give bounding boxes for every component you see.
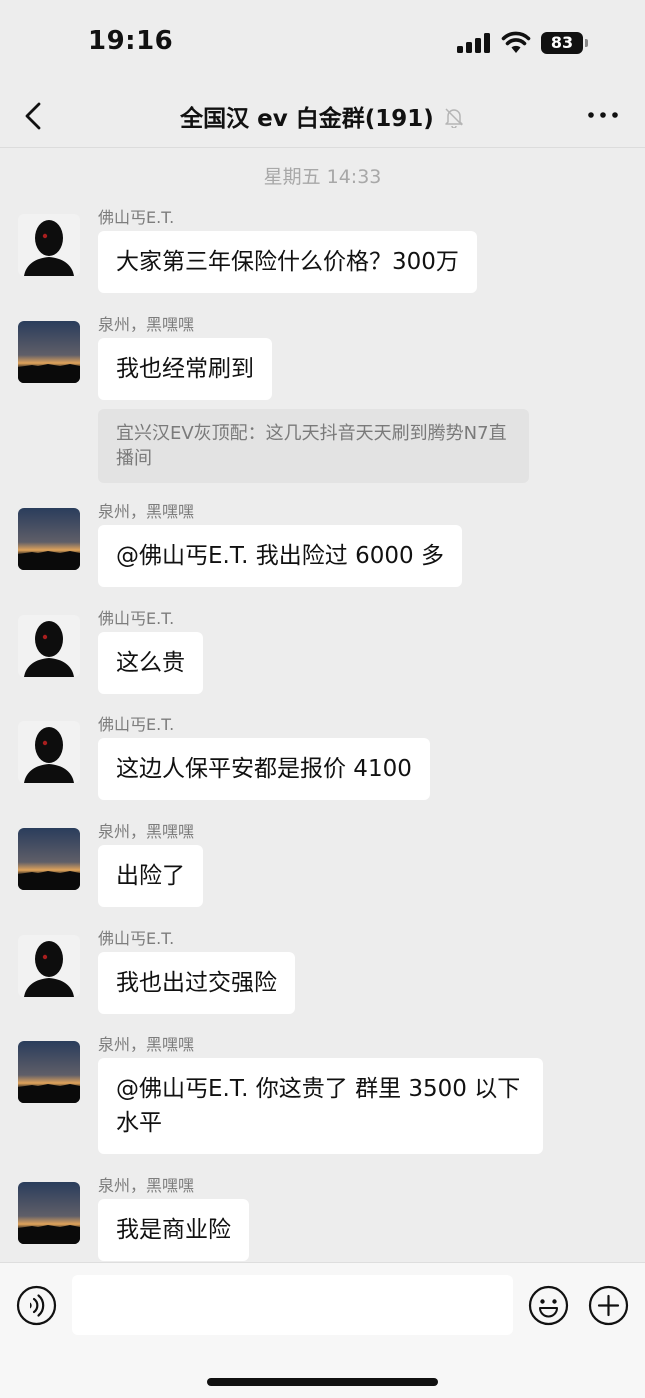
message-bubble[interactable]: 大家第三年保险什么价格？300万	[98, 231, 477, 293]
message-bubble[interactable]: 我也经常刷到	[98, 338, 272, 400]
smiley-icon[interactable]	[528, 1285, 569, 1326]
nav-bar: 全国汉 ev 白金群(191)	[0, 88, 645, 148]
sender-name: 泉州，黑嘿嘿	[98, 1035, 195, 1054]
message-bubble[interactable]: @佛山丐E.T. 我出险过 6000 多	[98, 525, 462, 587]
avatar[interactable]	[18, 508, 80, 570]
avatar[interactable]	[18, 321, 80, 383]
avatar[interactable]	[18, 214, 80, 276]
voice-icon[interactable]	[16, 1285, 57, 1326]
sender-name: 佛山丐E.T.	[98, 609, 175, 628]
avatar[interactable]	[18, 828, 80, 890]
chat-timestamp: 星期五 14:33	[263, 166, 382, 188]
ellipsis-icon[interactable]	[585, 103, 621, 127]
avatar[interactable]	[18, 935, 80, 997]
avatar[interactable]	[18, 721, 80, 783]
sender-name: 佛山丐E.T.	[98, 929, 175, 948]
message-bubble[interactable]: 这边人保平安都是报价 4100	[98, 738, 430, 800]
bell-slash-icon	[445, 108, 463, 128]
sender-name: 泉州，黑嘿嘿	[98, 822, 195, 841]
message-input[interactable]	[72, 1275, 513, 1335]
quoted-message[interactable]: 宜兴汉EV灰顶配：这几天抖音天天刷到腾势N7直播间	[98, 409, 529, 483]
chat-title-container[interactable]: 全国汉 ev 白金群(191)	[0, 99, 645, 133]
home-indicator[interactable]	[207, 1378, 438, 1386]
message-bubble[interactable]: @佛山丐E.T. 你这贵了 群里 3500 以下水平	[98, 1058, 543, 1154]
avatar[interactable]	[18, 1182, 80, 1244]
sender-name: 泉州，黑嘿嘿	[98, 502, 195, 521]
sender-name: 泉州，黑嘿嘿	[98, 315, 195, 334]
chat-title: 全国汉 ev 白金群(191)	[180, 106, 434, 132]
sender-name: 佛山丐E.T.	[98, 208, 175, 227]
status-bar: 19:16 83	[0, 0, 645, 88]
sender-name: 泉州，黑嘿嘿	[98, 1176, 195, 1195]
battery-level: 83	[541, 32, 583, 54]
avatar[interactable]	[18, 1041, 80, 1103]
avatar[interactable]	[18, 615, 80, 677]
message-bubble[interactable]: 我也出过交强险	[98, 952, 295, 1014]
message-bubble[interactable]: 我是商业险	[98, 1199, 249, 1261]
cellular-signal-icon	[457, 33, 491, 53]
message-bubble[interactable]: 这么贵	[98, 632, 203, 694]
message-bubble[interactable]: 出险了	[98, 845, 203, 907]
input-bar	[0, 1262, 645, 1398]
sender-name: 佛山丐E.T.	[98, 715, 175, 734]
battery-indicator: 83	[541, 32, 589, 54]
status-time: 19:16	[88, 26, 174, 56]
chat-messages[interactable]: 星期五 14:33 佛山丐E.T. 大家第三年保险什么价格？300万 泉州，黑嘿…	[0, 148, 645, 1262]
wifi-icon	[501, 31, 531, 53]
plus-circle-icon[interactable]	[588, 1285, 629, 1326]
